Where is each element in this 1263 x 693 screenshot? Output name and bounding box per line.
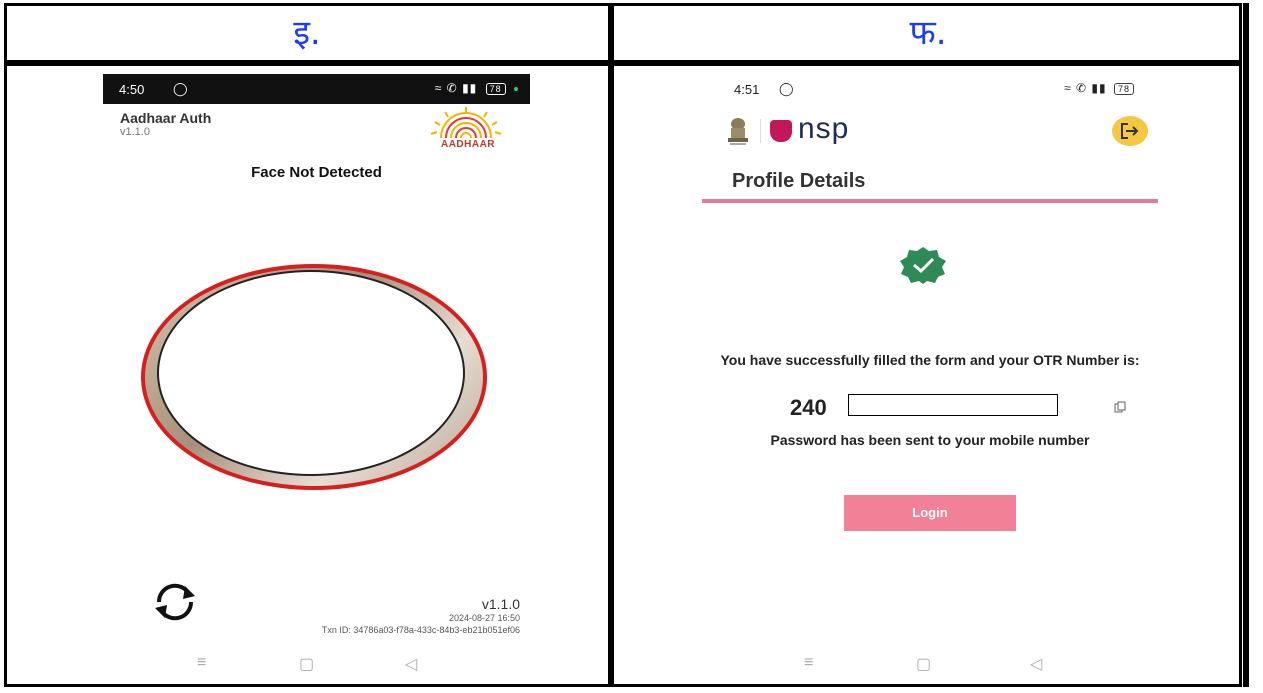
logout-icon [1121, 123, 1139, 139]
battery-icon: 78 [485, 83, 506, 95]
transaction-id: Txn ID: 34786a03-f78a-433c-84b3-eb21b051… [321, 625, 520, 635]
aadhaar-logo-text: AADHAAR [440, 139, 496, 150]
signal-icons: ≈ ✆ ▮▮ 78 [1064, 81, 1134, 95]
status-bar: 4:51 ◯ ≈ ✆ ▮▮ 78 [700, 74, 1172, 104]
android-nav-bar: ≡ ▢ ◁ [700, 644, 1172, 684]
national-emblem-icon [725, 116, 751, 146]
signal-icon: ▮▮ [462, 81, 478, 95]
home-nav-icon[interactable]: ▢ [916, 654, 931, 674]
column-divider [608, 3, 614, 687]
menu-nav-icon[interactable]: ≡ [804, 654, 813, 672]
otr-redacted-box [848, 394, 1058, 416]
nsp-brand-text: nsp [798, 112, 850, 145]
logout-button[interactable] [1112, 116, 1148, 146]
nsp-logo: nsp [770, 112, 880, 148]
status-time: 4:51 [734, 82, 760, 97]
face-status-message: Face Not Detected [251, 164, 382, 181]
home-nav-icon[interactable]: ▢ [299, 654, 314, 674]
back-nav-icon[interactable]: ◁ [1030, 654, 1042, 674]
call-icon: ✆ [446, 81, 458, 95]
menu-nav-icon[interactable]: ≡ [197, 654, 206, 672]
logo-divider [760, 119, 761, 143]
login-button[interactable]: Login [844, 495, 1016, 531]
fingerprint-icon [430, 107, 502, 139]
footer-datetime: 2024-08-27 16:50 [448, 613, 520, 623]
footer-version: v1.1.0 [481, 596, 520, 612]
wifi-icon: ≈ [434, 81, 443, 95]
whatsapp-icon: ◯ [173, 81, 188, 96]
password-message: Password has been sent to your mobile nu… [770, 432, 1090, 448]
signal-icons: ≈ ✆ ▮▮ 78 [435, 81, 518, 95]
otr-number-row: 240 [788, 392, 1148, 422]
aadhaar-logo: AADHAAR [427, 104, 505, 150]
copy-icon[interactable] [1114, 400, 1126, 413]
right-border [1243, 3, 1249, 687]
nsp-profile-screen: 4:51 ◯ ≈ ✆ ▮▮ 78 nsp Profile Details You… [700, 74, 1172, 684]
signal-icon: ▮▮ [1091, 81, 1107, 95]
wifi-icon: ≈ [1064, 81, 1072, 95]
nsp-shield-icon [770, 120, 792, 142]
title-underline [702, 199, 1158, 203]
charging-dot-icon [514, 86, 518, 91]
page-title: Profile Details [732, 170, 866, 192]
battery-icon: 78 [1113, 83, 1134, 95]
verified-badge-icon [896, 246, 950, 284]
status-bar: 4:50 ◯ ≈ ✆ ▮▮ 78 [103, 74, 530, 104]
back-nav-icon[interactable]: ◁ [405, 654, 417, 674]
aadhaar-auth-screen: 4:50 ◯ ≈ ✆ ▮▮ 78 Aadhaar Auth v1.1.0 AAD… [103, 74, 530, 684]
right-column-label: फ. [909, 13, 947, 53]
whatsapp-icon: ◯ [779, 81, 794, 96]
app-title: Aadhaar Auth [120, 110, 212, 126]
switch-camera-icon[interactable] [149, 582, 201, 622]
android-nav-bar: ≡ ▢ ◁ [103, 644, 530, 684]
header-divider [4, 60, 1242, 66]
face-capture-oval [157, 270, 465, 476]
success-message: You have successfully filled the form an… [720, 352, 1140, 368]
app-version: v1.1.0 [120, 126, 150, 138]
call-icon: ✆ [1076, 81, 1088, 95]
status-time: 4:50 [119, 82, 145, 97]
left-column-label: इ. [293, 13, 321, 53]
otr-number: 240 [790, 395, 827, 420]
